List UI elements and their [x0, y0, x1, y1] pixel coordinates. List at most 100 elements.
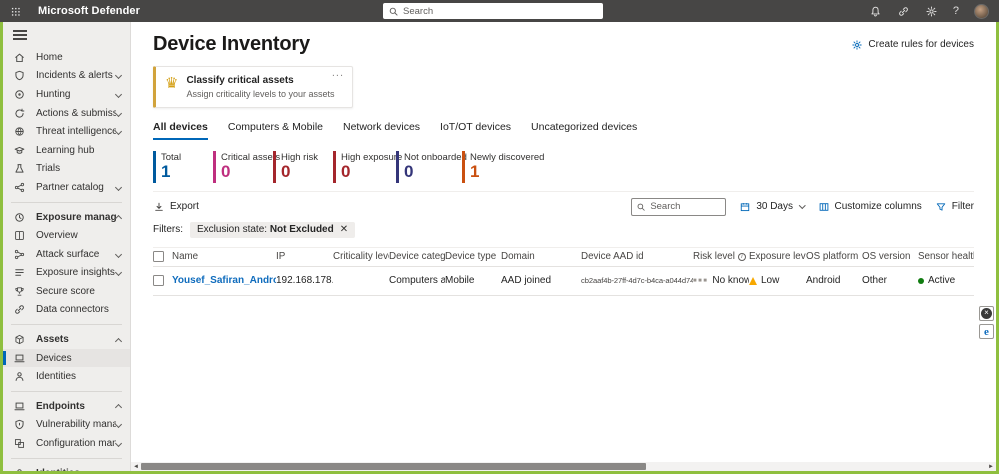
card-more-options-icon[interactable]: ... [332, 67, 344, 79]
user-avatar[interactable] [974, 3, 989, 19]
device-name-link[interactable]: Yousef_Safiran_Android [172, 275, 276, 286]
sidebar-item-trials[interactable]: Trials [3, 160, 130, 179]
sidebar-item-attack-surface[interactable]: Attack surface [3, 245, 130, 264]
search-icon [637, 203, 645, 211]
counter-newly-discovered: Newly discovered 1 [462, 151, 544, 183]
settings-gear-icon[interactable] [925, 5, 938, 18]
chevron-down-icon [114, 440, 123, 448]
scroll-right-arrow-icon[interactable]: ► [986, 464, 996, 470]
classify-critical-assets-card[interactable]: ♛ Classify critical assets Assign critic… [153, 66, 353, 108]
chevron-down-icon [114, 421, 123, 429]
col-domain[interactable]: Domain [501, 251, 581, 262]
sidebar-item-configuration-management[interactable]: Configuration management [3, 434, 130, 453]
shield-icon [13, 69, 27, 83]
sidebar-section-identities[interactable]: Identities [3, 464, 130, 471]
calendar-icon [741, 202, 750, 211]
col-device-aad-id[interactable]: Device AAD id [581, 251, 693, 262]
app-title: Microsoft Defender [38, 5, 141, 17]
export-button[interactable]: Export [153, 201, 199, 213]
sidebar-item-incidents-alerts[interactable]: Incidents & alerts [3, 67, 130, 86]
sidebar-item-threat-intelligence[interactable]: Threat intelligence [3, 122, 130, 141]
sidebar-divider [11, 391, 122, 393]
exposure-management-icon [13, 210, 27, 224]
tab-computers-mobile[interactable]: Computers & Mobile [228, 121, 323, 140]
horizontal-scrollbar[interactable]: ◄ ► [131, 462, 996, 471]
cell-risk-level: ■■■No known ri... [693, 275, 749, 287]
shield-bug-icon [13, 418, 27, 432]
sidebar-item-hunting[interactable]: Hunting [3, 85, 130, 104]
sidebar-item-vulnerability-management[interactable]: Vulnerability management [3, 416, 130, 435]
help-icon[interactable]: ? [953, 5, 959, 17]
sidebar-section-assets[interactable]: Assets [3, 330, 130, 349]
col-os-platform[interactable]: OS platform [806, 251, 862, 262]
hamburger-menu-icon[interactable] [13, 30, 27, 40]
e-logo-icon: e [984, 325, 989, 338]
scroll-left-arrow-icon[interactable]: ◄ [131, 464, 141, 470]
sidebar-item-devices[interactable]: Devices [3, 348, 130, 368]
config-boxes-icon [13, 437, 27, 451]
table-row[interactable]: Yousef_Safiran_Android 192.168.178.66 Co… [153, 267, 974, 296]
graduation-cap-icon [13, 143, 27, 157]
col-sensor-health-state[interactable]: Sensor health state [918, 251, 974, 262]
row-checkbox[interactable] [153, 275, 164, 287]
info-icon[interactable]: i [737, 252, 746, 261]
create-rules-button[interactable]: Create rules for devices [851, 39, 974, 51]
remove-filter-icon[interactable]: ✕ [340, 224, 348, 235]
link-icon[interactable] [897, 5, 910, 18]
sidebar-section-endpoints[interactable]: Endpoints [3, 397, 130, 416]
widget-e-button[interactable]: e [979, 324, 994, 339]
widget-close-button[interactable]: × [979, 306, 994, 321]
col-device-category[interactable]: Device category [389, 251, 445, 262]
sidebar-item-partner-catalog[interactable]: Partner catalog [3, 178, 130, 197]
col-exposure-level[interactable]: Exposure leveli [749, 251, 806, 262]
app-launcher-waffle-icon[interactable] [4, 0, 26, 22]
sidebar-item-actions-submissions[interactable]: Actions & submissions [3, 104, 130, 123]
counter-high-exposure: High exposure 0 [333, 151, 402, 183]
tab-network-devices[interactable]: Network devices [343, 121, 420, 140]
table-search-input[interactable] [650, 201, 721, 213]
global-search-box[interactable] [383, 3, 603, 19]
chevron-down-icon [114, 109, 123, 117]
sidebar-item-identities[interactable]: Identities [3, 367, 130, 386]
chevron-up-icon [114, 337, 123, 345]
date-range-dropdown[interactable]: 30 Days [739, 201, 806, 213]
sidebar-item-secure-score[interactable]: Secure score [3, 282, 130, 301]
close-icon: × [981, 308, 992, 319]
insights-list-icon [13, 266, 27, 280]
col-risk-level[interactable]: Risk leveli↓ [693, 251, 749, 262]
col-ip[interactable]: IP [276, 251, 333, 262]
global-search-input[interactable] [403, 5, 598, 17]
sidebar-section-exposure-management[interactable]: Exposure management [3, 208, 130, 227]
sidebar-divider [11, 324, 122, 326]
tab-all-devices[interactable]: All devices [153, 121, 208, 140]
col-os-version[interactable]: OS version [862, 251, 918, 262]
notifications-bell-icon[interactable] [869, 5, 882, 18]
filter-button[interactable]: Filter [935, 201, 974, 213]
tab-uncategorized-devices[interactable]: Uncategorized devices [531, 121, 637, 140]
beaker-icon [13, 162, 27, 176]
col-device-type[interactable]: Device type [445, 251, 501, 262]
person-icon [13, 370, 27, 384]
cell-exposure-level: Low [749, 275, 806, 286]
filter-chip-exclusion-state[interactable]: Exclusion state: Not Excluded ✕ [190, 221, 356, 238]
sidebar-item-learning-hub[interactable]: Learning hub [3, 141, 130, 160]
select-all-checkbox[interactable] [153, 251, 164, 263]
chevron-up-icon [114, 404, 123, 412]
chevron-down-icon [114, 250, 123, 258]
search-icon [389, 7, 398, 16]
tab-iot-ot-devices[interactable]: IoT/OT devices [440, 121, 511, 140]
risk-blocks-glyph: ■■■ [693, 277, 709, 284]
sidebar-item-exposure-insights[interactable]: Exposure insights [3, 264, 130, 283]
col-name[interactable]: Name [172, 251, 276, 262]
table-search-box[interactable] [631, 197, 727, 216]
sidebar-item-home[interactable]: Home [3, 48, 130, 67]
col-criticality-level[interactable]: Criticality level [333, 251, 389, 262]
scrollbar-thumb[interactable] [141, 463, 646, 470]
topbar-actions: ? [869, 3, 999, 19]
sidebar-item-data-connectors[interactable]: Data connectors [3, 301, 130, 320]
sidebar-item-overview[interactable]: Overview [3, 226, 130, 245]
chevron-down-icon [114, 269, 123, 277]
card-text: Classify critical assets Assign critical… [186, 75, 334, 99]
filter-label: Filter [951, 201, 974, 213]
customize-columns-button[interactable]: Customize columns [818, 201, 922, 213]
